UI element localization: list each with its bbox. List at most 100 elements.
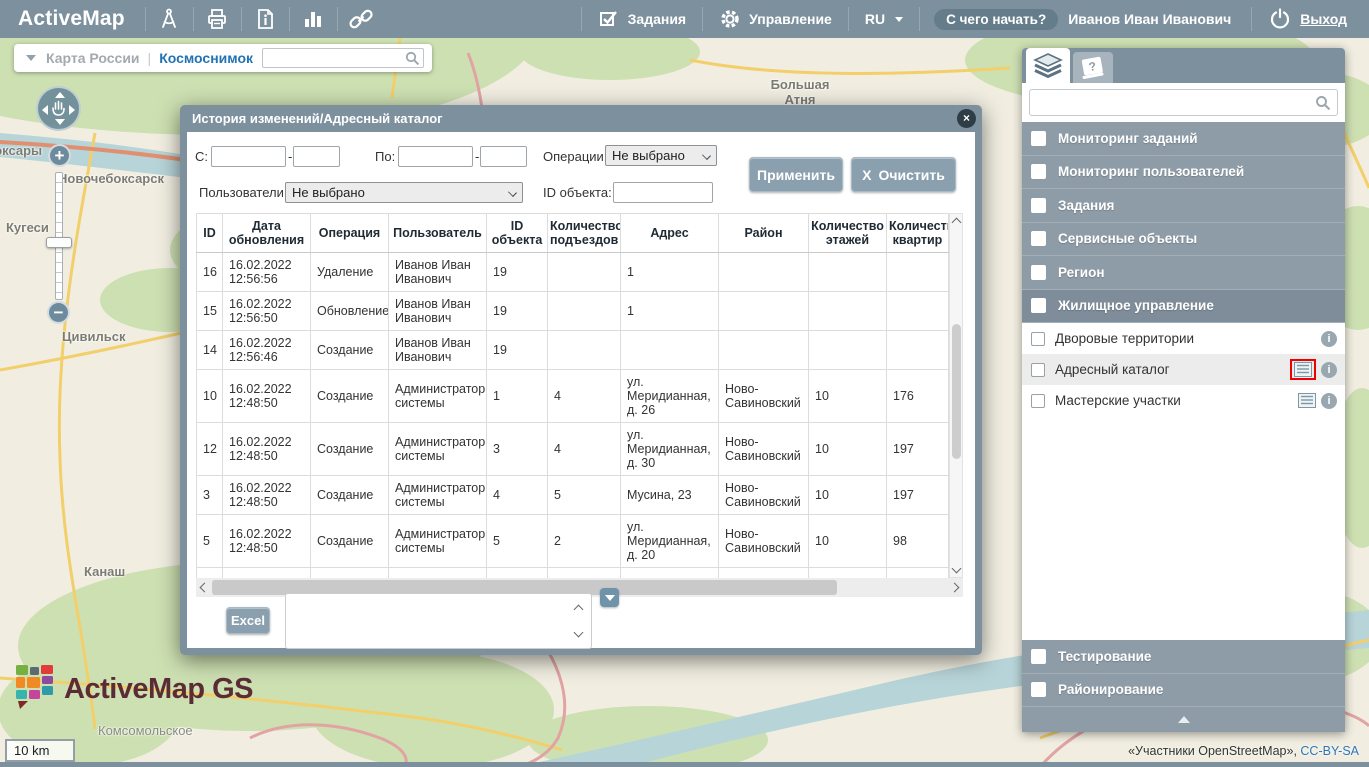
checkbox[interactable]	[1031, 332, 1045, 346]
tasks-button[interactable]: Задания	[582, 0, 702, 38]
checkbox[interactable]	[1031, 298, 1046, 313]
excel-export-button[interactable]: Excel	[226, 607, 270, 634]
layer-group[interactable]: Задания	[1022, 189, 1345, 223]
textarea-spinner[interactable]	[571, 594, 587, 648]
column-header[interactable]: Операция	[311, 214, 389, 253]
zoom-slider-handle[interactable]	[46, 237, 72, 248]
column-header[interactable]: Дата обновления	[223, 214, 311, 253]
column-header[interactable]: Количество квартир	[887, 214, 949, 253]
map-search-input[interactable]	[262, 48, 424, 68]
layer-group[interactable]: Мониторинг заданий	[1022, 122, 1345, 156]
zoom-slider-track[interactable]	[55, 172, 63, 300]
layer-group[interactable]: Тестирование	[1022, 640, 1345, 674]
spin-down-icon[interactable]	[574, 628, 584, 638]
operations-select[interactable]: Не выбрано	[605, 145, 717, 166]
scroll-right-icon[interactable]	[950, 583, 960, 593]
layer-search-input[interactable]	[1029, 89, 1338, 116]
panel-collapse-button[interactable]	[1022, 707, 1345, 732]
share-link-button[interactable]	[338, 0, 385, 38]
open-table-icon[interactable]	[1294, 362, 1312, 377]
pan-down-icon[interactable]	[55, 119, 65, 125]
reference-button[interactable]	[242, 0, 289, 38]
layer-group[interactable]: Сервисные объекты	[1022, 223, 1345, 257]
management-button[interactable]: Управление	[703, 0, 848, 38]
checkbox[interactable]	[1031, 265, 1046, 280]
column-header[interactable]: ID объекта	[487, 214, 548, 253]
map-pan-control[interactable]	[36, 86, 81, 131]
pan-left-icon[interactable]	[42, 105, 48, 115]
checkbox[interactable]	[1031, 682, 1046, 697]
info-icon[interactable]: i	[1321, 331, 1337, 347]
checkbox[interactable]	[1031, 394, 1045, 408]
clear-button[interactable]: X Очистить	[851, 157, 956, 192]
info-icon[interactable]: i	[1321, 393, 1337, 409]
tab-layers[interactable]	[1026, 48, 1070, 83]
column-header[interactable]: Пользователь	[389, 214, 487, 253]
from-time-input[interactable]	[293, 146, 340, 167]
notes-textarea[interactable]	[285, 593, 592, 649]
layer-group[interactable]: Мониторинг пользователей	[1022, 156, 1345, 190]
checkbox[interactable]	[1031, 198, 1046, 213]
from-date-input[interactable]	[211, 146, 286, 167]
layer-item[interactable]: Адресный каталогi	[1022, 354, 1345, 385]
scrollbar-thumb[interactable]	[952, 324, 961, 459]
info-icon[interactable]: i	[1321, 362, 1337, 378]
basemap-map-option[interactable]: Карта России	[46, 50, 140, 66]
measure-button[interactable]	[146, 0, 193, 38]
to-time-input[interactable]	[480, 146, 527, 167]
table-row[interactable]: 316.02.2022 12:48:50СозданиеАдминистрато…	[197, 476, 949, 515]
checkbox[interactable]	[1031, 131, 1046, 146]
layer-group[interactable]: Регион	[1022, 256, 1345, 290]
table-row[interactable]: 1416.02.2022 12:56:46СозданиеИванов Иван…	[197, 331, 949, 370]
scroll-left-icon[interactable]	[200, 583, 210, 593]
pan-right-icon[interactable]	[69, 105, 75, 115]
basemap-satellite-option[interactable]: Космоснимок	[159, 50, 253, 66]
object-id-input[interactable]	[613, 182, 713, 203]
chevron-down-icon[interactable]	[26, 55, 36, 61]
table-cell: Администратор системы	[389, 515, 487, 568]
statistics-button[interactable]	[290, 0, 337, 38]
table-row[interactable]: 1516.02.2022 12:56:50ОбновлениеИванов Ив…	[197, 292, 949, 331]
close-icon[interactable]: ×	[957, 109, 976, 128]
open-table-icon[interactable]	[1298, 393, 1316, 408]
users-select[interactable]: Не выбрано	[285, 182, 523, 203]
apply-button[interactable]: Применить	[749, 157, 843, 192]
pan-up-icon[interactable]	[55, 92, 65, 98]
table-row[interactable]: 1216.02.2022 12:48:50СозданиеАдминистрат…	[197, 423, 949, 476]
table-row[interactable]: 1616.02.2022 12:56:56УдалениеИванов Иван…	[197, 253, 949, 292]
layer-group[interactable]: Районирование	[1022, 674, 1345, 708]
activemap-gs-logo: ActiveMap GS	[14, 663, 253, 711]
zoom-out-button[interactable]: −	[47, 301, 70, 324]
user-name[interactable]: Иванов Иван Иванович	[1058, 11, 1247, 27]
collapse-dropdown-button[interactable]	[600, 588, 619, 607]
logout-button[interactable]: Выход	[1252, 0, 1369, 38]
layer-item[interactable]: Мастерские участкиi	[1022, 385, 1345, 416]
column-header[interactable]: Адрес	[621, 214, 719, 253]
scroll-down-icon[interactable]	[951, 564, 961, 574]
layer-item[interactable]: Дворовые территорииi	[1022, 323, 1345, 354]
dialog-title[interactable]: История изменений/Адресный каталог	[180, 105, 982, 132]
layers-icon	[1032, 52, 1064, 79]
table-row[interactable]: 1016.02.2022 12:48:50СозданиеАдминистрат…	[197, 370, 949, 423]
tab-legend[interactable]: ?	[1073, 52, 1113, 83]
layer-group[interactable]: Жилищное управление	[1022, 290, 1345, 324]
scroll-up-icon[interactable]	[951, 218, 961, 228]
checkbox[interactable]	[1031, 164, 1046, 179]
map-scale-indicator: 10 km	[5, 739, 75, 762]
print-button[interactable]	[194, 0, 241, 38]
column-header[interactable]: ID	[197, 214, 223, 253]
zoom-in-button[interactable]: +	[48, 144, 71, 167]
checkbox[interactable]	[1031, 363, 1045, 377]
checkbox[interactable]	[1031, 649, 1046, 664]
table-row[interactable]: 516.02.2022 12:48:50СозданиеАдминистрато…	[197, 515, 949, 568]
column-header[interactable]: Количество подъездов	[548, 214, 621, 253]
to-date-input[interactable]	[398, 146, 473, 167]
checkbox[interactable]	[1031, 231, 1046, 246]
column-header[interactable]: Количество этажей	[809, 214, 887, 253]
onboarding-button[interactable]: С чего начать?	[934, 9, 1058, 30]
language-selector[interactable]: RU	[849, 0, 919, 38]
table-vertical-scrollbar[interactable]	[949, 213, 963, 578]
license-link[interactable]: CC-BY-SA	[1300, 744, 1359, 758]
column-header[interactable]: Район	[719, 214, 809, 253]
spin-up-icon[interactable]	[574, 605, 584, 615]
